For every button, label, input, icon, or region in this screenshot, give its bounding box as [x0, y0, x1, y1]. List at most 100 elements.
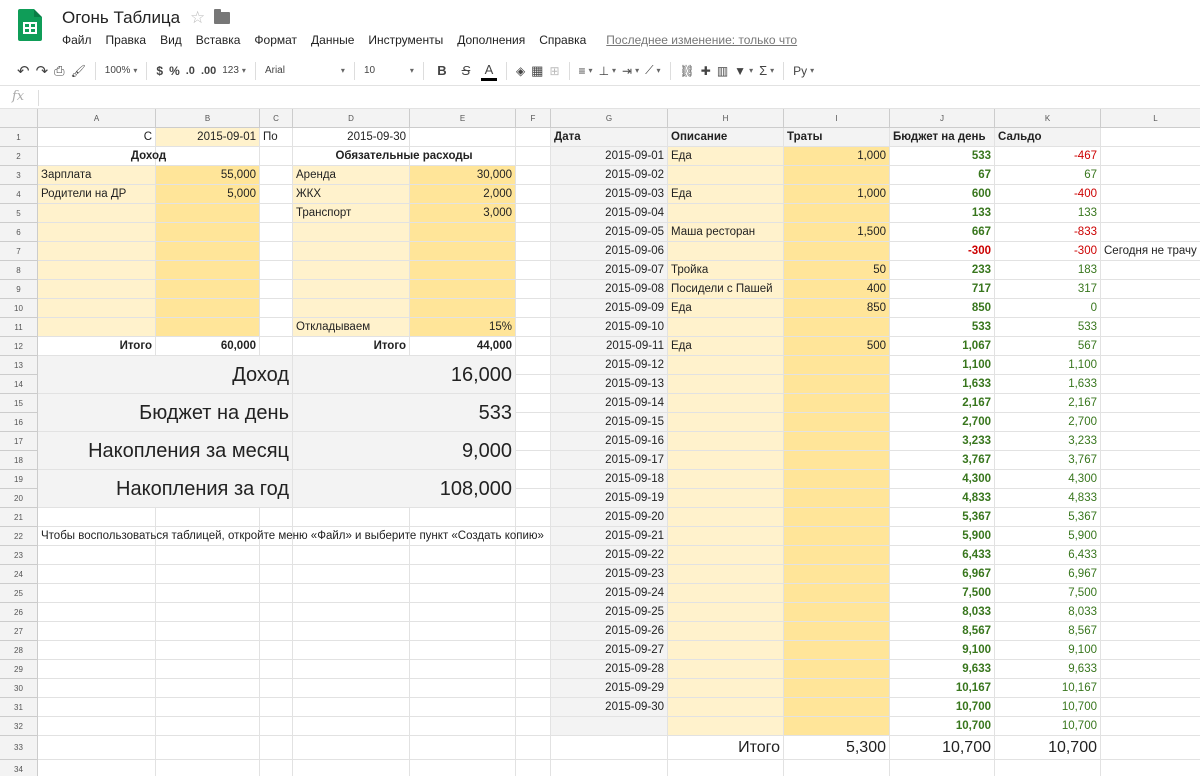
- column-header-d[interactable]: D: [293, 109, 410, 128]
- ledger-date-cell[interactable]: 2015-09-21: [551, 527, 668, 546]
- ledger-spent-cell[interactable]: [784, 679, 890, 698]
- ledger-spent-cell[interactable]: [784, 451, 890, 470]
- row-header-6[interactable]: 6: [0, 223, 38, 242]
- empty-cell[interactable]: [516, 698, 551, 717]
- empty-cell[interactable]: [410, 717, 516, 736]
- empty-cell[interactable]: [410, 584, 516, 603]
- menu-edit[interactable]: Правка: [106, 33, 147, 49]
- ledger-balance-cell[interactable]: 10,700: [995, 717, 1101, 736]
- empty-cell[interactable]: [1101, 147, 1200, 166]
- empty-cell[interactable]: [38, 679, 156, 698]
- ledger-date-cell[interactable]: 2015-09-15: [551, 413, 668, 432]
- empty-cell[interactable]: [1101, 413, 1200, 432]
- column-header-k[interactable]: K: [995, 109, 1101, 128]
- empty-cell[interactable]: [260, 660, 293, 679]
- ledger-daily-cell[interactable]: 717: [890, 280, 995, 299]
- empty-cell[interactable]: [260, 584, 293, 603]
- ledger-spent-cell[interactable]: [784, 375, 890, 394]
- expense-amount-cell[interactable]: 30,000: [410, 166, 516, 185]
- empty-cell[interactable]: [156, 508, 260, 527]
- ledger-desc-cell[interactable]: [668, 565, 784, 584]
- empty-cell[interactable]: [156, 584, 260, 603]
- ledger-date-cell[interactable]: 2015-09-17: [551, 451, 668, 470]
- ledger-desc-cell[interactable]: [668, 660, 784, 679]
- ledger-spent-cell[interactable]: [784, 356, 890, 375]
- ledger-date-cell[interactable]: [551, 717, 668, 736]
- empty-cell[interactable]: [260, 698, 293, 717]
- ledger-daily-cell[interactable]: 8,033: [890, 603, 995, 622]
- ledger-daily-cell[interactable]: 667: [890, 223, 995, 242]
- empty-cell[interactable]: [1101, 565, 1200, 584]
- income-name-cell[interactable]: [38, 223, 156, 242]
- income-name-cell[interactable]: [38, 261, 156, 280]
- empty-cell[interactable]: [516, 584, 551, 603]
- empty-cell[interactable]: [38, 565, 156, 584]
- empty-cell[interactable]: [1101, 622, 1200, 641]
- fill-color-icon[interactable]: ◈: [516, 60, 525, 82]
- ledger-balance-cell[interactable]: 10,700: [995, 698, 1101, 717]
- empty-cell[interactable]: [156, 736, 260, 760]
- row-header-8[interactable]: 8: [0, 261, 38, 280]
- ledger-balance-cell[interactable]: -467: [995, 147, 1101, 166]
- ledger-balance-cell[interactable]: -400: [995, 185, 1101, 204]
- row-header-13[interactable]: 13: [0, 356, 38, 375]
- income-amount-cell[interactable]: [156, 204, 260, 223]
- ledger-date-cell[interactable]: 2015-09-27: [551, 641, 668, 660]
- empty-cell[interactable]: [1101, 299, 1200, 318]
- empty-cell[interactable]: [1101, 660, 1200, 679]
- row-header-7[interactable]: 7: [0, 242, 38, 261]
- ledger-desc-cell[interactable]: [668, 489, 784, 508]
- empty-cell[interactable]: [890, 760, 995, 776]
- ledger-desc-cell[interactable]: Маша ресторан: [668, 223, 784, 242]
- empty-cell[interactable]: [1101, 508, 1200, 527]
- row-header-21[interactable]: 21: [0, 508, 38, 527]
- ledger-date-cell[interactable]: 2015-09-30: [551, 698, 668, 717]
- empty-cell[interactable]: [260, 760, 293, 776]
- column-header-c[interactable]: C: [260, 109, 293, 128]
- summary-label[interactable]: Доход: [38, 356, 293, 394]
- row-header-20[interactable]: 20: [0, 489, 38, 508]
- empty-cell[interactable]: [260, 641, 293, 660]
- empty-cell[interactable]: [260, 546, 293, 565]
- expense-amount-cell[interactable]: [410, 280, 516, 299]
- summary-label[interactable]: Накопления за год: [38, 470, 293, 508]
- ledger-desc-cell[interactable]: Посидели с Пашей: [668, 280, 784, 299]
- empty-cell[interactable]: [516, 356, 551, 375]
- ledger-date-cell[interactable]: 2015-09-03: [551, 185, 668, 204]
- ledger-spent-cell[interactable]: [784, 584, 890, 603]
- last-edit-link[interactable]: Последнее изменение: только что: [606, 33, 797, 49]
- redo-icon[interactable]: ↷: [36, 60, 49, 82]
- ledger-spent-cell[interactable]: [784, 470, 890, 489]
- empty-cell[interactable]: [260, 185, 293, 204]
- row-header-12[interactable]: 12: [0, 337, 38, 356]
- column-header-g[interactable]: G: [551, 109, 668, 128]
- row-header-11[interactable]: 11: [0, 318, 38, 337]
- ledger-daily-cell[interactable]: 2,700: [890, 413, 995, 432]
- ledger-spent-cell[interactable]: 50: [784, 261, 890, 280]
- income-amount-cell[interactable]: [156, 318, 260, 337]
- ledger-desc-cell[interactable]: [668, 641, 784, 660]
- empty-cell[interactable]: [38, 736, 156, 760]
- ledger-balance-cell[interactable]: 567: [995, 337, 1101, 356]
- empty-cell[interactable]: [516, 204, 551, 223]
- empty-cell[interactable]: [260, 565, 293, 584]
- empty-cell[interactable]: [260, 223, 293, 242]
- empty-cell[interactable]: [1101, 679, 1200, 698]
- column-header-f[interactable]: F: [516, 109, 551, 128]
- percent-button[interactable]: %: [169, 60, 180, 82]
- row-header-23[interactable]: 23: [0, 546, 38, 565]
- ledger-date-cell[interactable]: 2015-09-10: [551, 318, 668, 337]
- ledger-note-cell[interactable]: Сегодня не трачу: [1101, 242, 1200, 261]
- ledger-date-cell[interactable]: 2015-09-06: [551, 242, 668, 261]
- income-amount-cell[interactable]: [156, 299, 260, 318]
- empty-cell[interactable]: [1101, 489, 1200, 508]
- ledger-balance-cell[interactable]: 0: [995, 299, 1101, 318]
- ledger-daily-cell[interactable]: 3,767: [890, 451, 995, 470]
- ledger-balance-cell[interactable]: 533: [995, 318, 1101, 337]
- ledger-daily-cell[interactable]: 1,633: [890, 375, 995, 394]
- summary-value[interactable]: 16,000: [293, 356, 516, 394]
- empty-cell[interactable]: [1101, 375, 1200, 394]
- empty-cell[interactable]: [156, 603, 260, 622]
- ledger-daily-cell[interactable]: 850: [890, 299, 995, 318]
- ledger-date-header[interactable]: Дата: [551, 128, 668, 147]
